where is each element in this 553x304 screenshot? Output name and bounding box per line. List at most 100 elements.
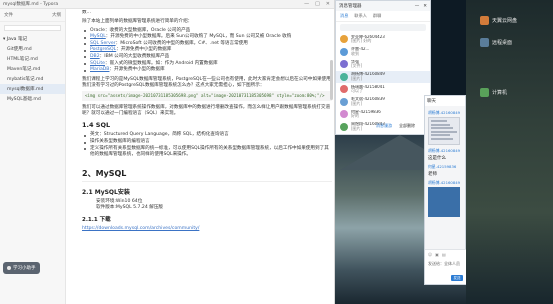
chat-sender: 胡杨博-42160849 — [428, 110, 461, 115]
send-target: 发送给：全体人员 — [428, 261, 460, 266]
message-manager-window: 消息管理器 — ✕ 消息 联系人 群聊 罗亚婷-62604423 [图片] 好的许… — [335, 0, 431, 135]
database-link[interactable]: MySQL — [90, 34, 106, 39]
database-description: Oracle：收费的大型数据库，Oracle 公司的产品 — [90, 27, 191, 33]
database-list: Oracle：收费的大型数据库，Oracle 公司的产品 MySQL：开源免费的中… — [82, 28, 332, 74]
chat-sender: 胡杨博-42160849 — [428, 180, 461, 185]
list-item: 操作关系型数据库的编程语言 — [82, 139, 332, 146]
conversation-text: 罗亚婷-62604423 [图片] 好的 — [351, 35, 385, 44]
download-link[interactable]: https://downloads.mysql.com/archives/com… — [82, 226, 332, 232]
database-description: ：开源免费的中小型数据库。后来 Sun公司收购了 MySQL，而 Sun 公司又… — [105, 34, 292, 40]
conversation-item[interactable]: 毛文斌-42160839 [图片] — [336, 96, 430, 109]
tab-messages[interactable]: 消息 — [340, 13, 348, 19]
conversation-preview: 可以了 — [351, 88, 363, 94]
list-item: 定义操作所有关系型数据库的统一标准，可以使用SQL操作所有的关系型数据库管理系统… — [82, 146, 332, 159]
tab-groups[interactable]: 群聊 — [373, 13, 381, 19]
close-icon[interactable]: ✕ — [423, 4, 427, 9]
conversation-list: 罗亚婷-62604423 [图片] 好的 许雷-42... 收到 华强 [文件] 胡杨博-4… — [336, 33, 430, 133]
assistant-badge[interactable]: 学习小助手 — [3, 262, 40, 274]
chat-input-area[interactable]: ☺ ▣ ▤ 发送给：全体人员 发送 — [425, 249, 466, 284]
conversation-item[interactable]: 华强 [文件] — [336, 58, 430, 71]
document-editor[interactable]: 数... 除了本站上面列举的数据库管理系统进行简单的介绍： Oracle：收费的… — [74, 10, 332, 304]
database-list-item: PostgreSQL：开源免费中小型的数据库 — [82, 47, 332, 54]
conversation-text: 毛文斌-42160839 [图片] — [351, 97, 385, 106]
chat-message-text: 这是什么 — [428, 156, 446, 161]
conversation-preview: [图片] — [351, 75, 363, 81]
desktop-icon-remote[interactable]: 远程桌面 — [480, 38, 540, 47]
heading-sql: 1.4 SQL — [82, 121, 111, 130]
sidebar-folder[interactable]: ▾ Java 笔记 — [0, 34, 65, 44]
conversation-text: 许雷-42... 收到 — [351, 47, 369, 56]
conversation-preview: [文件] — [351, 63, 363, 69]
cloud-icon — [480, 16, 489, 25]
file-sidebar: 文件 大纲 ▾ Java 笔记 Git使用.md HTML笔记.md Maven… — [0, 9, 66, 304]
send-button[interactable]: 发送 — [451, 275, 463, 281]
avatar — [340, 97, 348, 106]
intro-tail: 数... — [82, 10, 91, 15]
avatar — [340, 72, 348, 81]
avatar — [340, 110, 348, 119]
conversation-text: 华强 [文件] — [351, 60, 362, 69]
chat-title: 聊天 — [427, 99, 436, 104]
database-description: ：嵌入式的微型数据库。如：作为 Android 内置数据库 — [105, 60, 218, 66]
avatar — [340, 122, 348, 131]
chat-window: 聊天 胡杨博-42160849 胡杨博-42160849 这是什么何星-421598… — [424, 95, 466, 285]
conversation-text: 何星-42159836 好的 — [351, 110, 381, 119]
avatar — [340, 60, 348, 69]
conversation-preview: [图片] 好的 — [351, 38, 372, 44]
minimize-icon[interactable]: — — [415, 4, 420, 9]
tab-files[interactable]: 文件 — [4, 12, 13, 18]
database-list-item: DB2：IBM 公司的大型收费数据库产品 — [82, 54, 332, 61]
conversation-text: 胡杨博-42160849 [图片] — [351, 72, 385, 81]
database-description: ：MicroSoft 公司收费的中型的数据库。C#、.net 等语言常使用 — [115, 40, 248, 46]
close-button[interactable]: ✕ — [326, 1, 330, 7]
minimize-button[interactable]: — — [304, 1, 309, 7]
sidebar-file-item-active[interactable]: mysql数据库.md — [0, 84, 65, 94]
editor-scrollbar[interactable] — [330, 60, 333, 100]
computer-icon — [480, 88, 489, 97]
conversation-item[interactable]: 胡杨博-42160849 [图片] — [336, 70, 430, 83]
sidebar-file-item[interactable]: mybatis笔记.md — [0, 74, 65, 84]
version-line: 软件版本:MySQL 5.7.24 解压版 — [96, 205, 164, 211]
chat-image-message[interactable] — [428, 117, 460, 145]
conversation-item[interactable]: 杨瑞晨-42158041 可以了 — [336, 83, 430, 96]
file-icon[interactable]: ▤ — [442, 252, 446, 257]
sidebar-file-item[interactable]: Maven笔记.md — [0, 64, 65, 74]
sidebar-file-item[interactable]: Git使用.md — [0, 44, 65, 54]
conversation-item[interactable]: 许雷-42... 收到 — [336, 46, 430, 59]
code-block[interactable]: <img src="assets/image-20210731185305698… — [82, 91, 332, 101]
sidebar-file-item[interactable]: MySQL基础.md — [0, 94, 65, 104]
conversation-item[interactable]: 罗亚婷-62604423 [图片] 好的 — [336, 33, 430, 46]
database-link[interactable]: SQLite — [90, 61, 105, 66]
chat-image-message[interactable] — [428, 187, 460, 217]
sidebar-search-input[interactable] — [4, 25, 61, 31]
database-link[interactable]: MariaDB — [90, 67, 109, 72]
title-bar: mysql数据库.md - Typora — □ ✕ — [0, 0, 334, 9]
database-link[interactable]: DB2 — [90, 54, 100, 59]
desktop-icon-computer[interactable]: 计算机 — [480, 88, 540, 97]
conversation-preview: [图片] — [351, 100, 363, 106]
database-list-item: MySQL：开源免费的中小型数据库。后来 Sun公司收购了 MySQL，而 Su… — [82, 34, 332, 41]
database-link[interactable]: PostgreSQL — [90, 47, 116, 52]
roaming-link[interactable]: 消息漫游 — [376, 123, 392, 129]
typora-window: mysql数据库.md - Typora — □ ✕ 文件 大纲 ▾ Java … — [0, 0, 335, 304]
emoji-icon[interactable]: ☺ — [428, 252, 432, 257]
tab-outline[interactable]: 大纲 — [52, 12, 61, 18]
sidebar-file-item[interactable]: HTML笔记.md — [0, 54, 65, 64]
image-icon[interactable]: ▣ — [435, 252, 439, 257]
conversation-item[interactable]: 何星-42159836 好的 — [336, 108, 430, 121]
database-list-item: MariaDB：开源免费中小型的数据库 — [82, 67, 332, 74]
tab-contacts[interactable]: 联系人 — [354, 13, 367, 19]
database-link[interactable]: SQL Server — [90, 41, 116, 46]
remote-desktop-icon — [480, 38, 489, 47]
avatar — [340, 85, 348, 94]
paragraph-sql-intro: 我们可以通过数据库管理系统操作数据库，对数据库中的数据进行增删改查操作，而怎么样… — [82, 104, 331, 117]
delete-all-button[interactable]: 全部删除 — [399, 123, 415, 129]
paragraph-postgres: 我们课程上学习的是MySQL数据库管理系统，PostgreSQL在一些公司也有使… — [82, 76, 331, 89]
chat-sender: 胡杨博-42160849 — [428, 148, 461, 153]
maximize-button[interactable]: □ — [315, 1, 320, 7]
chat-sender: 何星-42159836 — [428, 164, 457, 169]
heading-install: 2.1 MySQL安装 — [82, 188, 130, 196]
conversation-text: 杨瑞晨-42158041 可以了 — [351, 85, 385, 94]
message-search-input[interactable] — [340, 24, 426, 31]
desktop-icon-cloud[interactable]: 天翼云网盘 — [480, 16, 540, 25]
